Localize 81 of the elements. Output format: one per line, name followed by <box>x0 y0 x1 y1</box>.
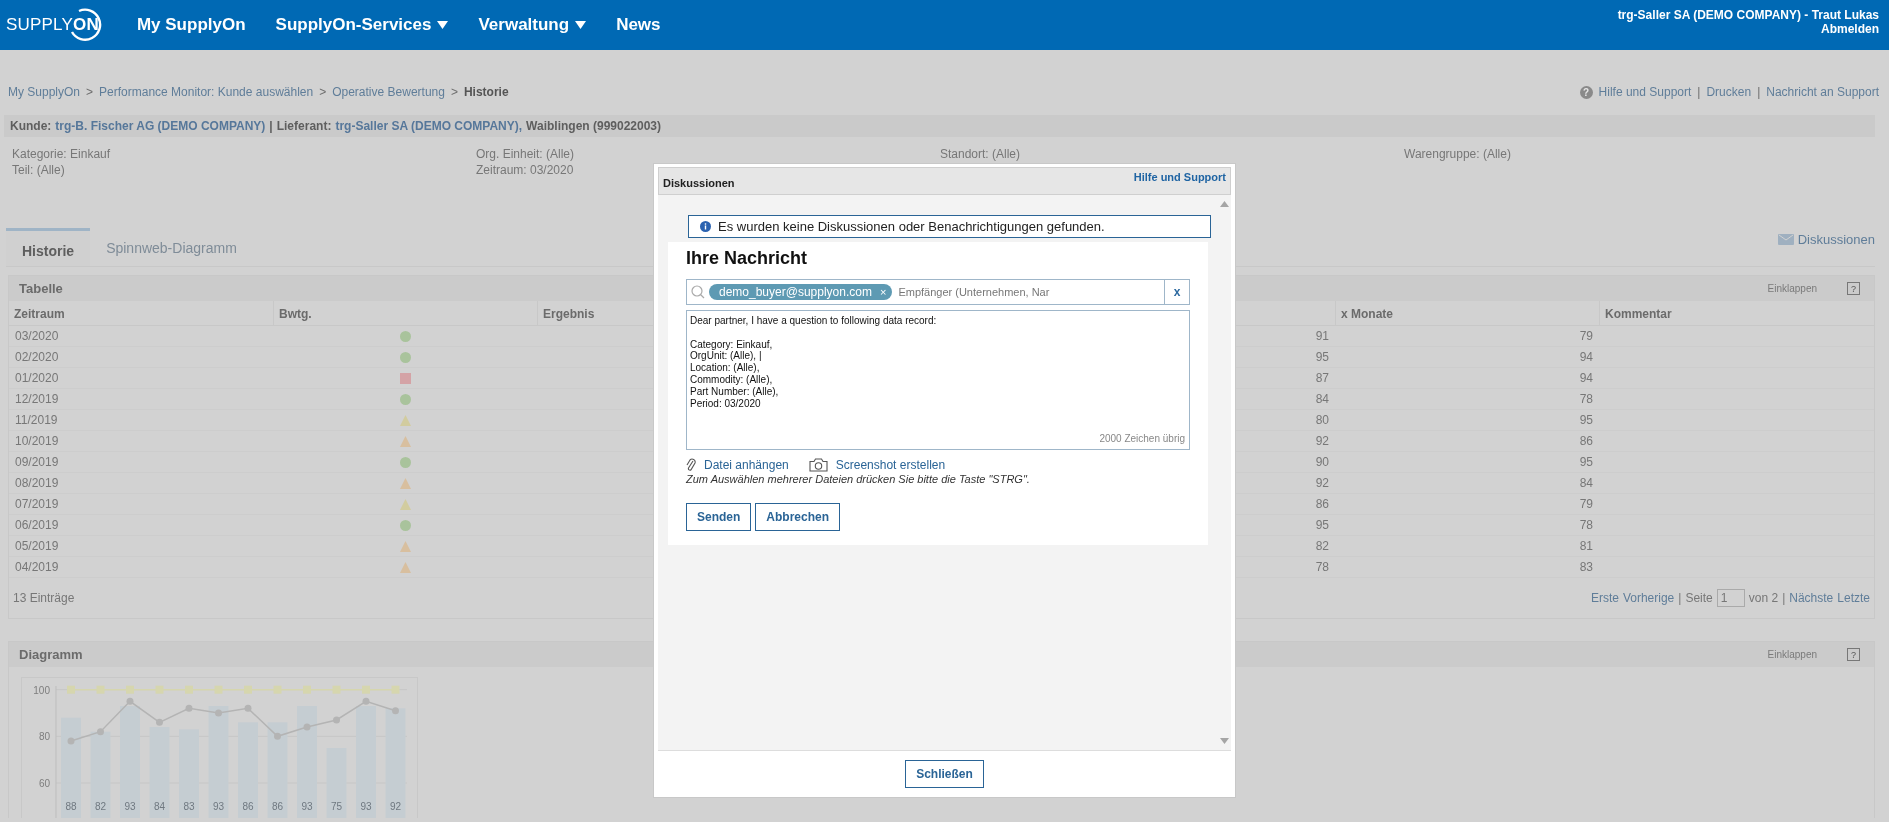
pagination-text: von 2 <box>1748 591 1779 605</box>
axis-tick-label: 100 <box>33 684 50 696</box>
bar-value-label: 83 <box>183 801 195 812</box>
table-cell: 12/2019 <box>15 392 59 406</box>
table-cell: 94 <box>1579 371 1593 385</box>
table-cell: 79 <box>1579 329 1593 343</box>
table-cell: 82 <box>1315 539 1329 553</box>
filter-text: Kategorie: Einkauf <box>12 146 112 162</box>
pagination-text: Seite <box>1685 591 1713 605</box>
table-cell: 02/2020 <box>15 350 59 364</box>
table-cell: 90 <box>1315 455 1329 469</box>
table-cell: 84 <box>1315 392 1329 406</box>
table-cell: 10/2019 <box>15 434 59 448</box>
bar-value-label: 93 <box>212 801 225 812</box>
bar-value-label: 75 <box>330 801 343 812</box>
table-cell: 78 <box>1579 518 1593 532</box>
breadcrumb-separator: > <box>86 85 94 99</box>
filter-text: Warengruppe: (Alle) <box>1404 146 1512 162</box>
table-cell: 95 <box>1579 455 1593 469</box>
user-name: trg-Saller SA (DEMO COMPANY) - Traut Lukas <box>1617 8 1879 22</box>
partner-label: Waiblingen (999022003) <box>526 119 662 133</box>
table-cell: 95 <box>1579 413 1593 427</box>
table-cell: 09/2019 <box>15 455 59 469</box>
table-cell: 78 <box>1579 392 1593 406</box>
table-cell: 86 <box>1579 434 1593 448</box>
table-cell: 95 <box>1315 518 1329 532</box>
partner-label: Kunde: <box>10 119 52 133</box>
table-cell: 03/2020 <box>15 329 59 343</box>
bar-value-label: 93 <box>360 801 372 812</box>
table-cell: 06/2019 <box>15 518 59 532</box>
table-cell: 92 <box>1315 476 1329 490</box>
table-cell: 94 <box>1579 350 1593 364</box>
panel-title: Tabelle <box>19 281 63 296</box>
table-cell: 05/2019 <box>15 539 59 553</box>
table-cell: 79 <box>1579 497 1593 511</box>
table-cell: 04/2019 <box>15 560 59 574</box>
bar-value-label: 93 <box>124 801 136 812</box>
filter-text: Zeitraum: 03/2020 <box>476 162 575 178</box>
breadcrumb-separator: > <box>319 85 327 99</box>
table-cell: 91 <box>1315 329 1329 343</box>
pagination-separator: | <box>1782 591 1786 605</box>
axis-tick-label: 80 <box>38 731 50 743</box>
hint-text: Zum Auswählen mehrerer Dateien drücken Sie bitte die Taste "STRG". <box>686 473 1031 485</box>
bar-value-label: 82 <box>94 801 107 812</box>
bar-value-label: 88 <box>65 801 77 812</box>
bar-value-label: 84 <box>153 801 166 812</box>
table-cell: 80 <box>1315 413 1329 427</box>
table-cell: 95 <box>1315 350 1329 364</box>
table-cell: 83 <box>1579 560 1593 574</box>
recipient-chip: demo_buyer@supplyon.com × <box>709 284 893 300</box>
link-separator: | <box>1697 85 1701 99</box>
filter-text: Org. Einheit: (Alle) <box>476 146 576 162</box>
filter-text: Teil: (Alle) <box>12 162 66 178</box>
form-heading: Ihre Nachricht <box>686 248 809 269</box>
bar-value-label: 93 <box>301 801 313 812</box>
partner-label: Lieferant: <box>276 119 332 133</box>
partner-label: | <box>269 119 273 133</box>
filter-text: Standort: (Alle) <box>940 146 1022 162</box>
table-cell: 86 <box>1315 497 1329 511</box>
bar-value-label: 86 <box>242 801 254 812</box>
bar-value-label: 92 <box>389 801 402 812</box>
character-counter: 2000 Zeichen übrig <box>1099 433 1185 445</box>
link-separator: | <box>1757 85 1761 99</box>
panel-title: Diagramm <box>19 647 83 662</box>
breadcrumb-separator: > <box>450 85 458 99</box>
table-cell: 81 <box>1579 539 1593 553</box>
table-cell: 11/2019 <box>15 413 58 427</box>
table-cell: 87 <box>1315 371 1329 385</box>
table-cell: 92 <box>1315 434 1329 448</box>
info-text: Es wurden keine Diskussionen oder Benachrichtigungen gefunden. <box>718 219 1105 234</box>
table-cell: 78 <box>1315 560 1329 574</box>
bar-value-label: 86 <box>271 801 284 812</box>
help-icon: ? <box>1579 85 1593 99</box>
dialog-title: Diskussionen <box>663 176 735 191</box>
entry-count: 13 Einträge <box>13 591 75 605</box>
table-cell: 01/2020 <box>15 371 59 385</box>
table-cell: 84 <box>1579 476 1593 490</box>
table-cell: 07/2019 <box>15 497 59 511</box>
pagination-separator: | <box>1678 591 1682 605</box>
table-cell: 08/2019 <box>15 476 59 490</box>
axis-tick-label: 60 <box>38 778 50 789</box>
